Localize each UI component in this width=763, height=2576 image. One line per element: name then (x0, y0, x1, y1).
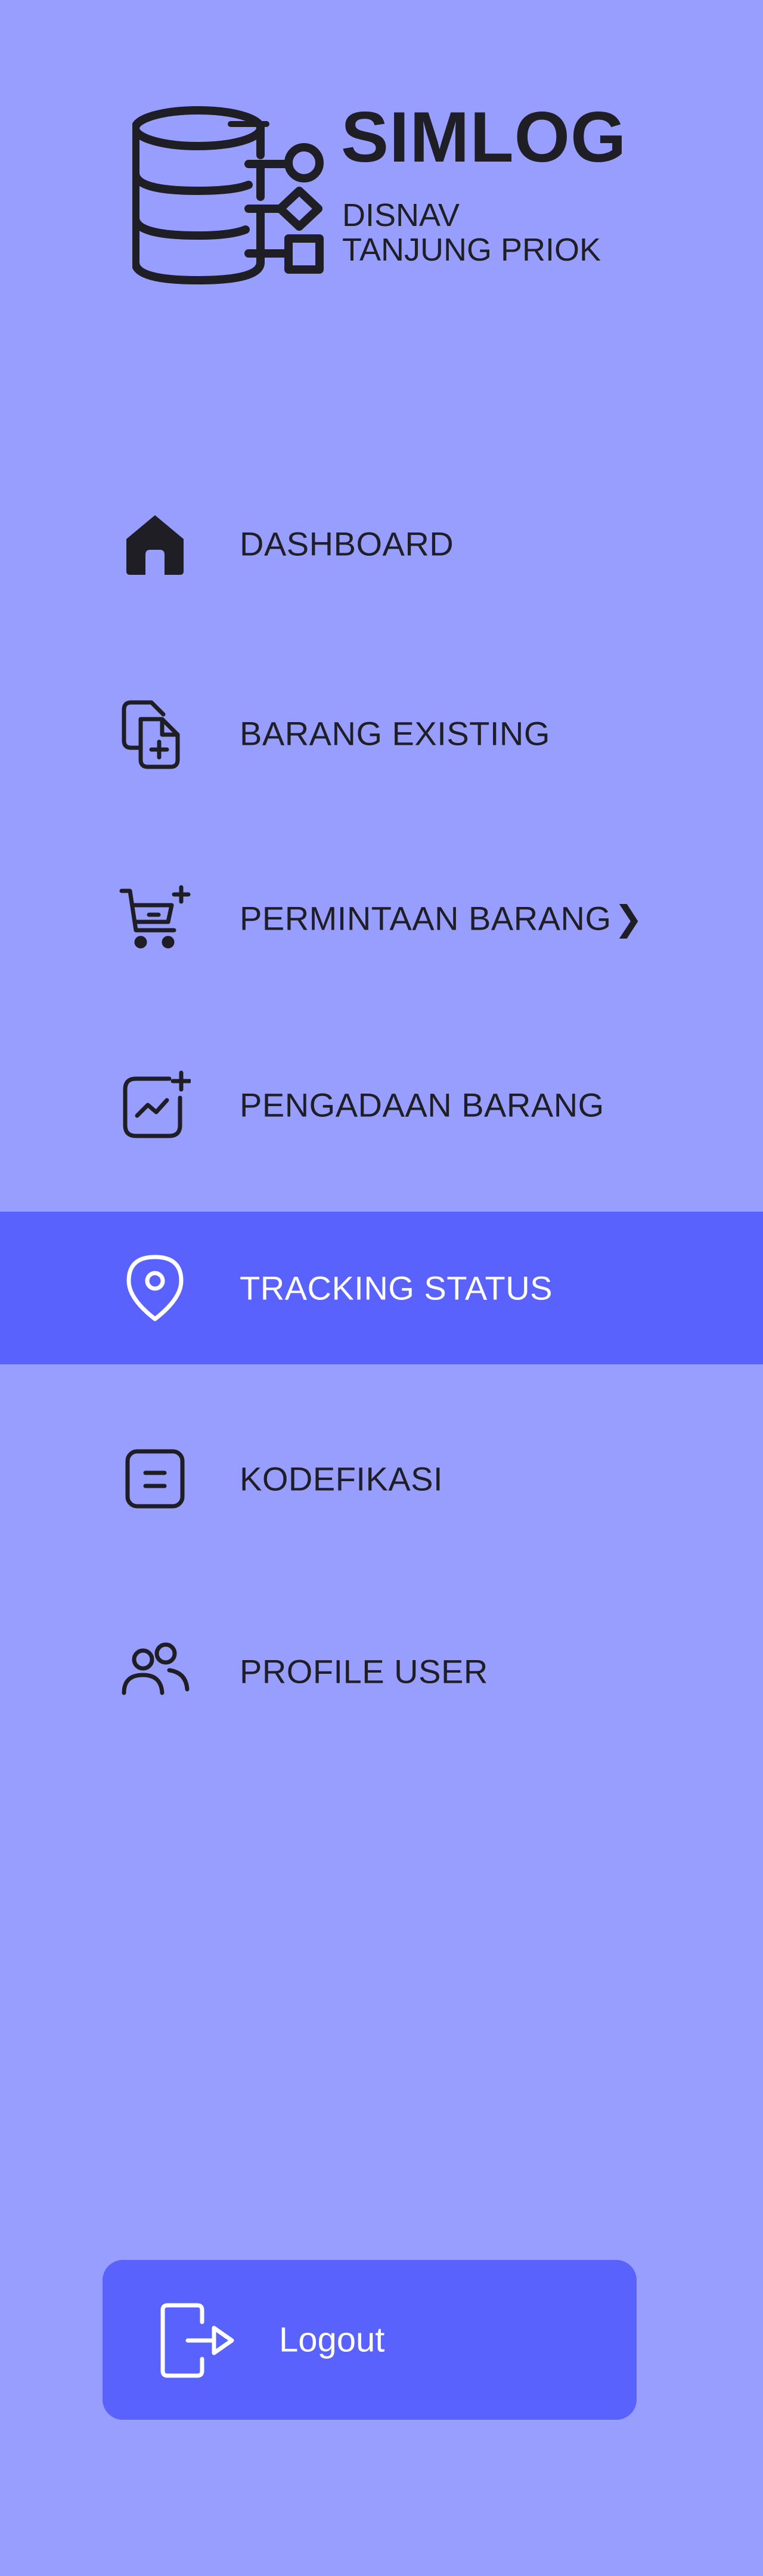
sidebar-item-label: PROFILE USER (240, 1652, 488, 1690)
sidebar-item-pengadaan-barang[interactable]: PENGADAAN BARANG (0, 1029, 763, 1181)
sidebar-menu: DASHBOARD BARANG EXISTING PERMINTAAN BAR… (0, 0, 763, 2576)
logout-door-icon (159, 2302, 237, 2379)
users-icon (119, 1636, 191, 1707)
location-pin-icon (119, 1252, 191, 1324)
logout-label: Logout (279, 2320, 385, 2360)
chevron-right-icon[interactable]: ❯ (614, 898, 643, 939)
sidebar: SIMLOG DISNAV TANJUNG PRIOK DASHBOARD BA… (0, 0, 763, 2576)
sidebar-item-tracking-status[interactable]: TRACKING STATUS (0, 1212, 763, 1364)
sidebar-item-dashboard[interactable]: DASHBOARD (0, 467, 763, 620)
sidebar-item-kodefikasi[interactable]: KODEFIKASI (0, 1402, 763, 1555)
sidebar-item-label: BARANG EXISTING (240, 714, 550, 753)
cart-add-icon (119, 883, 191, 954)
home-icon (119, 508, 191, 580)
sidebar-item-label: PERMINTAAN BARANG (240, 899, 612, 937)
sidebar-item-label: DASHBOARD (240, 525, 454, 563)
chart-add-icon (119, 1069, 192, 1141)
sidebar-item-barang-existing[interactable]: BARANG EXISTING (0, 657, 763, 810)
sidebar-item-label: KODEFIKASI (240, 1460, 443, 1498)
sidebar-item-profile-user[interactable]: PROFILE USER (0, 1595, 763, 1748)
logout-button[interactable]: Logout (103, 2260, 637, 2420)
code-box-icon (119, 1443, 191, 1515)
sidebar-item-label: PENGADAAN BARANG (240, 1086, 604, 1124)
file-add-icon (119, 698, 191, 769)
sidebar-item-permintaan-barang[interactable]: PERMINTAAN BARANG ❯ (0, 842, 763, 995)
sidebar-item-label: TRACKING STATUS (240, 1269, 553, 1307)
